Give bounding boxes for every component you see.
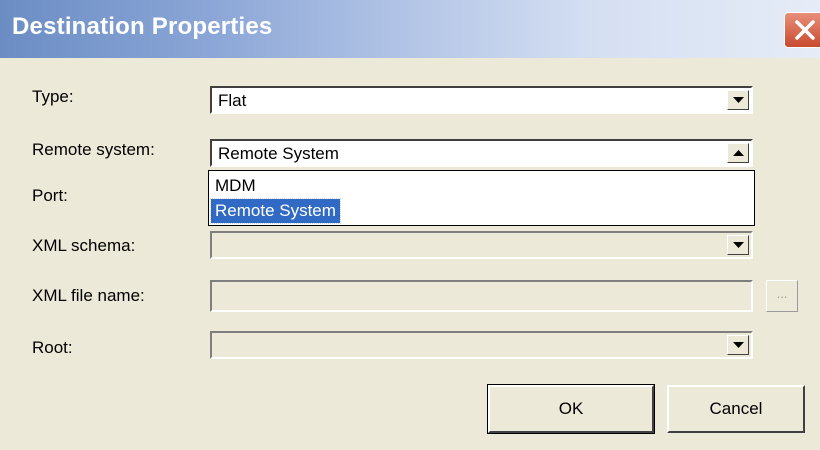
ok-button[interactable]: OK (487, 384, 655, 434)
chevron-up-icon (733, 150, 744, 156)
type-dropdown[interactable]: Flat (210, 86, 753, 114)
xml-schema-dropdown-button[interactable] (727, 235, 749, 255)
chevron-down-icon (733, 97, 744, 103)
xml-file-name-label: XML file name: (32, 286, 145, 305)
xml-file-name-input[interactable] (210, 280, 753, 312)
dialog-title: Destination Properties (12, 13, 273, 40)
chevron-down-icon (733, 242, 744, 248)
title-bar[interactable]: Destination Properties (0, 0, 820, 58)
browse-button[interactable]: ... (766, 280, 798, 312)
port-label: Port: (32, 186, 68, 205)
type-label: Type: (32, 87, 74, 106)
option-mdm[interactable]: MDM (211, 174, 260, 198)
remote-system-dropdown[interactable]: Remote System (210, 139, 753, 167)
remote-system-value: Remote System (218, 144, 339, 163)
destination-properties-dialog: Destination Properties Type: Flat Remote… (0, 0, 820, 450)
type-value: Flat (218, 91, 247, 110)
close-icon (795, 20, 815, 40)
xml-schema-label: XML schema: (32, 236, 136, 255)
xml-schema-dropdown[interactable] (210, 231, 753, 259)
remote-system-options-list[interactable]: MDM Remote System (208, 170, 755, 226)
cancel-button[interactable]: Cancel (667, 385, 805, 433)
option-remote-system[interactable]: Remote System (210, 198, 341, 224)
root-dropdown[interactable] (210, 331, 753, 359)
type-dropdown-button[interactable] (727, 90, 749, 110)
close-button[interactable] (784, 12, 820, 48)
remote-system-dropdown-button[interactable] (727, 143, 749, 163)
chevron-down-icon (733, 342, 744, 348)
root-dropdown-button[interactable] (727, 335, 749, 355)
root-label: Root: (32, 338, 73, 357)
remote-system-label: Remote system: (32, 140, 155, 159)
